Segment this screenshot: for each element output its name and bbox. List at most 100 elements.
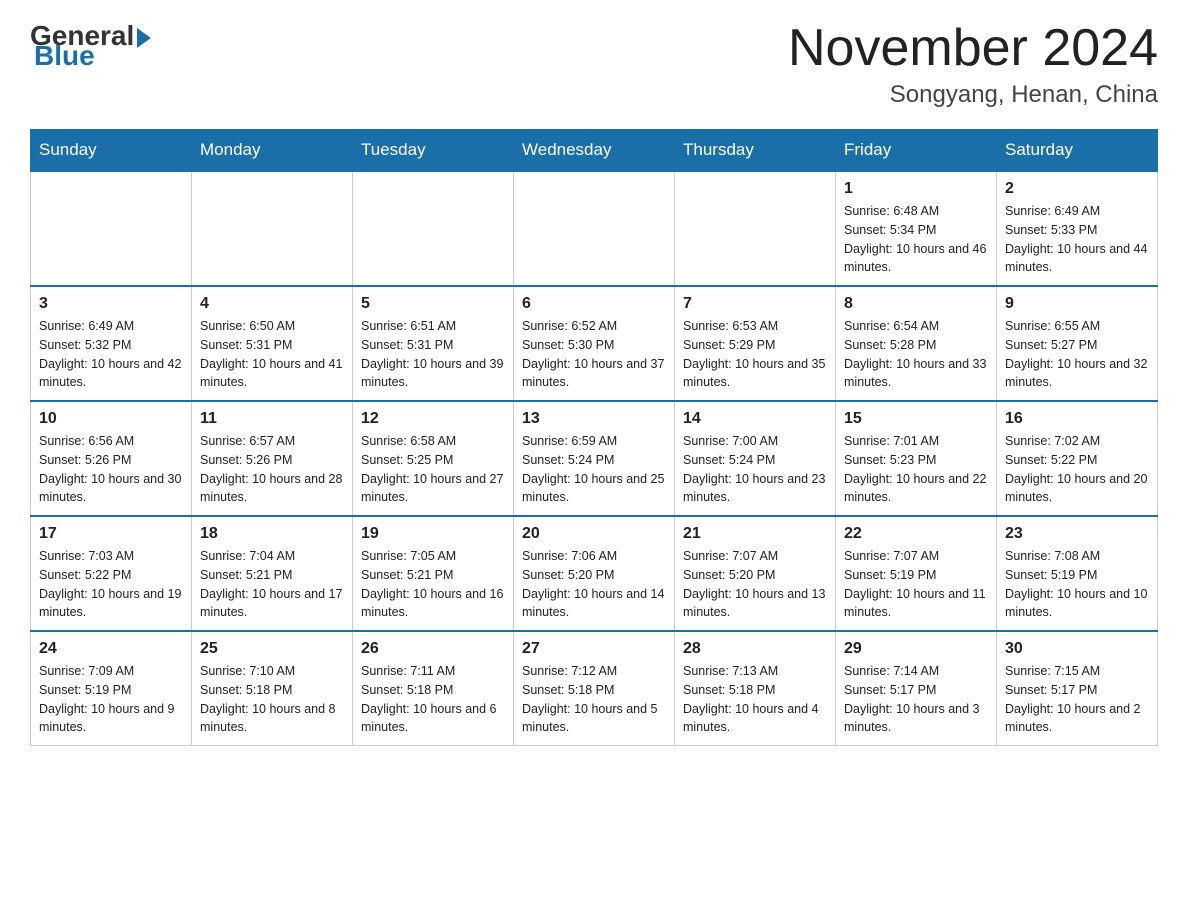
weekday-header-tuesday: Tuesday bbox=[353, 130, 514, 172]
day-number: 9 bbox=[1005, 295, 1149, 313]
calendar-cell: 13 Sunrise: 6:59 AM Sunset: 5:24 PM Dayli… bbox=[514, 401, 675, 516]
title-section: November 2024 Songyang, Henan, China bbox=[788, 20, 1158, 109]
calendar-cell: 7 Sunrise: 6:53 AM Sunset: 5:29 PM Daylig… bbox=[675, 286, 836, 401]
calendar-cell: 17 Sunrise: 7:03 AM Sunset: 5:22 PM Dayli… bbox=[31, 516, 192, 631]
day-info: Sunrise: 7:00 AM Sunset: 5:24 PM Dayligh… bbox=[683, 432, 827, 507]
day-number: 29 bbox=[844, 640, 988, 658]
calendar-cell: 6 Sunrise: 6:52 AM Sunset: 5:30 PM Daylig… bbox=[514, 286, 675, 401]
day-number: 3 bbox=[39, 295, 183, 313]
weekday-header-wednesday: Wednesday bbox=[514, 130, 675, 172]
day-number: 6 bbox=[522, 295, 666, 313]
day-number: 21 bbox=[683, 525, 827, 543]
day-number: 11 bbox=[200, 410, 344, 428]
calendar-cell: 15 Sunrise: 7:01 AM Sunset: 5:23 PM Dayli… bbox=[836, 401, 997, 516]
calendar-cell: 5 Sunrise: 6:51 AM Sunset: 5:31 PM Daylig… bbox=[353, 286, 514, 401]
day-info: Sunrise: 7:07 AM Sunset: 5:20 PM Dayligh… bbox=[683, 547, 827, 622]
day-number: 28 bbox=[683, 640, 827, 658]
calendar-cell bbox=[675, 171, 836, 286]
calendar-cell: 8 Sunrise: 6:54 AM Sunset: 5:28 PM Daylig… bbox=[836, 286, 997, 401]
day-info: Sunrise: 7:02 AM Sunset: 5:22 PM Dayligh… bbox=[1005, 432, 1149, 507]
day-number: 18 bbox=[200, 525, 344, 543]
day-info: Sunrise: 7:15 AM Sunset: 5:17 PM Dayligh… bbox=[1005, 662, 1149, 737]
day-number: 2 bbox=[1005, 180, 1149, 198]
day-number: 13 bbox=[522, 410, 666, 428]
calendar-week-row: 3 Sunrise: 6:49 AM Sunset: 5:32 PM Daylig… bbox=[31, 286, 1158, 401]
day-info: Sunrise: 6:52 AM Sunset: 5:30 PM Dayligh… bbox=[522, 317, 666, 392]
day-number: 4 bbox=[200, 295, 344, 313]
day-number: 16 bbox=[1005, 410, 1149, 428]
day-info: Sunrise: 6:58 AM Sunset: 5:25 PM Dayligh… bbox=[361, 432, 505, 507]
day-number: 17 bbox=[39, 525, 183, 543]
day-number: 30 bbox=[1005, 640, 1149, 658]
calendar-cell: 12 Sunrise: 6:58 AM Sunset: 5:25 PM Dayli… bbox=[353, 401, 514, 516]
month-title: November 2024 bbox=[788, 20, 1158, 77]
day-number: 10 bbox=[39, 410, 183, 428]
calendar-cell: 14Sunrise: 7:00 AM Sunset: 5:24 PM Dayli… bbox=[675, 401, 836, 516]
calendar-cell bbox=[514, 171, 675, 286]
calendar-cell: 1 Sunrise: 6:48 AM Sunset: 5:34 PM Daylig… bbox=[836, 171, 997, 286]
day-number: 7 bbox=[683, 295, 827, 313]
day-info: Sunrise: 7:06 AM Sunset: 5:20 PM Dayligh… bbox=[522, 547, 666, 622]
logo: General Blue bbox=[30, 20, 151, 72]
calendar-cell: 22 Sunrise: 7:07 AM Sunset: 5:19 PM Dayli… bbox=[836, 516, 997, 631]
day-info: Sunrise: 7:07 AM Sunset: 5:19 PM Dayligh… bbox=[844, 547, 988, 622]
calendar-cell: 18 Sunrise: 7:04 AM Sunset: 5:21 PM Dayli… bbox=[192, 516, 353, 631]
calendar-cell: 28 Sunrise: 7:13 AM Sunset: 5:18 PM Dayli… bbox=[675, 631, 836, 746]
day-info: Sunrise: 7:05 AM Sunset: 5:21 PM Dayligh… bbox=[361, 547, 505, 622]
calendar-cell: 3 Sunrise: 6:49 AM Sunset: 5:32 PM Daylig… bbox=[31, 286, 192, 401]
day-info: Sunrise: 6:49 AM Sunset: 5:33 PM Dayligh… bbox=[1005, 202, 1149, 277]
calendar-week-row: 10 Sunrise: 6:56 AM Sunset: 5:26 PM Dayli… bbox=[31, 401, 1158, 516]
day-number: 12 bbox=[361, 410, 505, 428]
calendar-cell bbox=[31, 171, 192, 286]
day-info: Sunrise: 7:03 AM Sunset: 5:22 PM Dayligh… bbox=[39, 547, 183, 622]
day-number: 20 bbox=[522, 525, 666, 543]
calendar-cell: 21 Sunrise: 7:07 AM Sunset: 5:20 PM Dayli… bbox=[675, 516, 836, 631]
day-info: Sunrise: 6:49 AM Sunset: 5:32 PM Dayligh… bbox=[39, 317, 183, 392]
day-info: Sunrise: 6:56 AM Sunset: 5:26 PM Dayligh… bbox=[39, 432, 183, 507]
day-info: Sunrise: 7:11 AM Sunset: 5:18 PM Dayligh… bbox=[361, 662, 505, 737]
day-number: 15 bbox=[844, 410, 988, 428]
calendar-cell: 10 Sunrise: 6:56 AM Sunset: 5:26 PM Dayli… bbox=[31, 401, 192, 516]
day-number: 25 bbox=[200, 640, 344, 658]
logo-arrow-icon bbox=[137, 28, 151, 48]
calendar-cell: 4Sunrise: 6:50 AM Sunset: 5:31 PM Daylig… bbox=[192, 286, 353, 401]
day-info: Sunrise: 6:51 AM Sunset: 5:31 PM Dayligh… bbox=[361, 317, 505, 392]
day-number: 19 bbox=[361, 525, 505, 543]
calendar-cell: 26 Sunrise: 7:11 AM Sunset: 5:18 PM Dayli… bbox=[353, 631, 514, 746]
day-number: 1 bbox=[844, 180, 988, 198]
day-info: Sunrise: 7:13 AM Sunset: 5:18 PM Dayligh… bbox=[683, 662, 827, 737]
weekday-header-sunday: Sunday bbox=[31, 130, 192, 172]
logo-blue-text: Blue bbox=[34, 40, 95, 72]
day-number: 24 bbox=[39, 640, 183, 658]
weekday-header-monday: Monday bbox=[192, 130, 353, 172]
day-info: Sunrise: 6:48 AM Sunset: 5:34 PM Dayligh… bbox=[844, 202, 988, 277]
calendar-week-row: 17 Sunrise: 7:03 AM Sunset: 5:22 PM Dayli… bbox=[31, 516, 1158, 631]
weekday-header-friday: Friday bbox=[836, 130, 997, 172]
calendar-cell bbox=[353, 171, 514, 286]
day-info: Sunrise: 6:55 AM Sunset: 5:27 PM Dayligh… bbox=[1005, 317, 1149, 392]
calendar-cell: 11Sunrise: 6:57 AM Sunset: 5:26 PM Dayli… bbox=[192, 401, 353, 516]
calendar-cell: 24 Sunrise: 7:09 AM Sunset: 5:19 PM Dayli… bbox=[31, 631, 192, 746]
calendar-cell: 27Sunrise: 7:12 AM Sunset: 5:18 PM Dayli… bbox=[514, 631, 675, 746]
calendar-cell: 9 Sunrise: 6:55 AM Sunset: 5:27 PM Daylig… bbox=[997, 286, 1158, 401]
day-info: Sunrise: 7:12 AM Sunset: 5:18 PM Dayligh… bbox=[522, 662, 666, 737]
day-number: 8 bbox=[844, 295, 988, 313]
calendar-header-row: SundayMondayTuesdayWednesdayThursdayFrid… bbox=[31, 130, 1158, 172]
day-number: 26 bbox=[361, 640, 505, 658]
calendar-cell bbox=[192, 171, 353, 286]
calendar-table: SundayMondayTuesdayWednesdayThursdayFrid… bbox=[30, 129, 1158, 746]
day-info: Sunrise: 7:10 AM Sunset: 5:18 PM Dayligh… bbox=[200, 662, 344, 737]
calendar-cell: 16 Sunrise: 7:02 AM Sunset: 5:22 PM Dayli… bbox=[997, 401, 1158, 516]
calendar-cell: 20 Sunrise: 7:06 AM Sunset: 5:20 PM Dayli… bbox=[514, 516, 675, 631]
day-number: 5 bbox=[361, 295, 505, 313]
day-info: Sunrise: 7:01 AM Sunset: 5:23 PM Dayligh… bbox=[844, 432, 988, 507]
day-info: Sunrise: 6:59 AM Sunset: 5:24 PM Dayligh… bbox=[522, 432, 666, 507]
day-info: Sunrise: 7:08 AM Sunset: 5:19 PM Dayligh… bbox=[1005, 547, 1149, 622]
day-number: 22 bbox=[844, 525, 988, 543]
day-info: Sunrise: 6:54 AM Sunset: 5:28 PM Dayligh… bbox=[844, 317, 988, 392]
page-header: General Blue November 2024 Songyang, Hen… bbox=[30, 20, 1158, 109]
day-info: Sunrise: 7:09 AM Sunset: 5:19 PM Dayligh… bbox=[39, 662, 183, 737]
calendar-cell: 25 Sunrise: 7:10 AM Sunset: 5:18 PM Dayli… bbox=[192, 631, 353, 746]
day-info: Sunrise: 7:04 AM Sunset: 5:21 PM Dayligh… bbox=[200, 547, 344, 622]
day-info: Sunrise: 6:53 AM Sunset: 5:29 PM Dayligh… bbox=[683, 317, 827, 392]
